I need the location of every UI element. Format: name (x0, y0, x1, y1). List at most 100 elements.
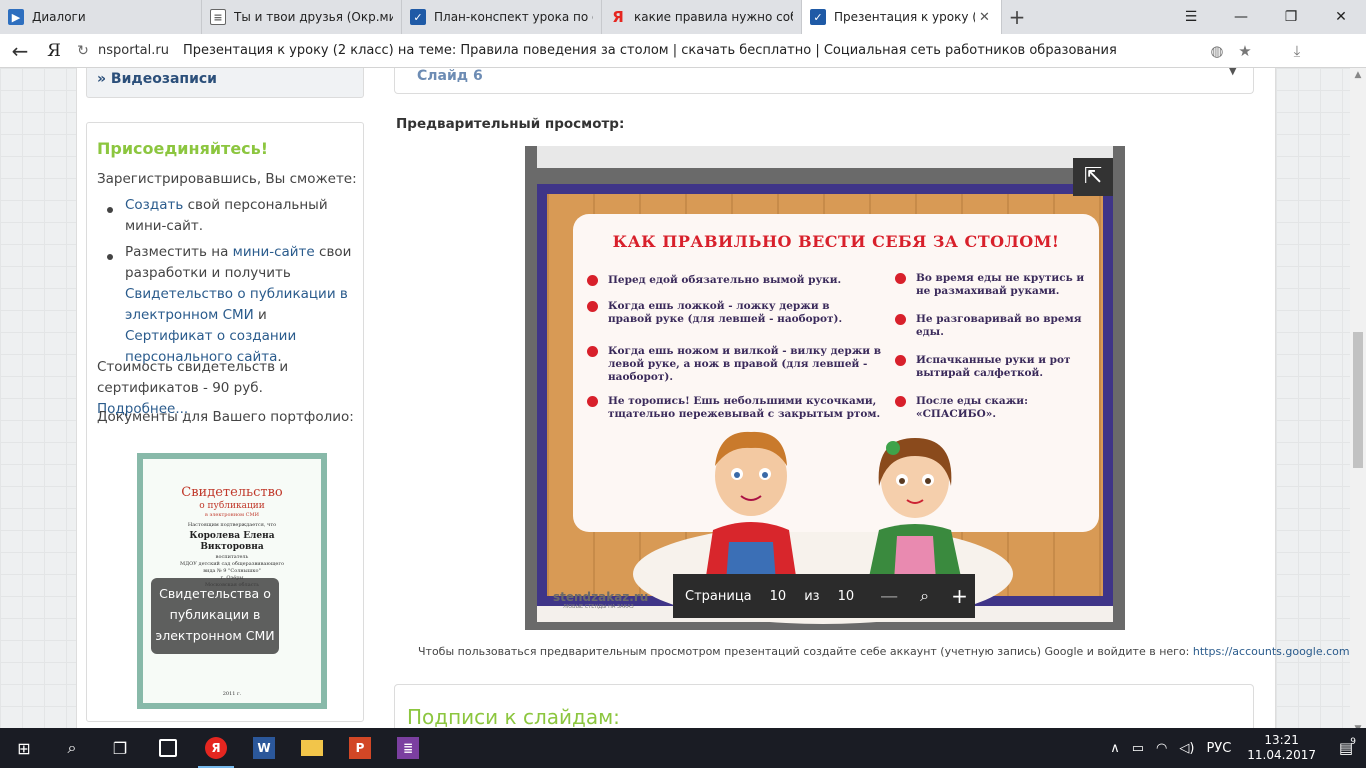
bullet-dot (107, 254, 113, 260)
popout-icon[interactable]: ⇱ (1073, 158, 1113, 196)
tab-label: Диалоги (32, 10, 86, 24)
slide-area: КАК ПРАВИЛЬНО ВЕСТИ СЕБЯ ЗА СТОЛОМ! Пере… (537, 184, 1113, 624)
menu-icon[interactable]: ☰ (1166, 0, 1216, 34)
rule-bullet (895, 355, 906, 366)
reload-icon[interactable]: ↻ (68, 43, 98, 59)
cert-name-2: Викторовна (200, 542, 264, 552)
presentation-viewer: КАК ПРАВИЛЬНО ВЕСТИ СЕБЯ ЗА СТОЛОМ! Пере… (525, 146, 1125, 630)
wifi-icon[interactable]: ◠ (1150, 741, 1173, 756)
url-page-title[interactable]: Презентация к уроку (2 класс) на теме: П… (183, 43, 1203, 58)
rule-bullet (587, 275, 598, 286)
language-indicator[interactable]: РУС (1200, 741, 1237, 756)
system-tray: ∧ ▭ ◠ ◁) РУС 13:21 11.04.2017 ▤ 9 (1104, 728, 1366, 768)
windows-start-icon[interactable]: ⊞ (0, 728, 48, 768)
rule-left-2: Когда ешь ложкой - ложку держи в правой … (608, 300, 843, 325)
zoom-in-icon[interactable]: + (951, 584, 968, 608)
previous-slide-strip (537, 146, 1113, 168)
chevron-down-icon: ▼ (1228, 68, 1237, 77)
docs-text: Документы для Вашего портфолио: (97, 409, 354, 425)
cert-role: воспитатель (215, 554, 249, 560)
rule-bullet (895, 396, 906, 407)
minimize-icon[interactable]: — (1216, 0, 1266, 34)
captions-title: Подписи к слайдам: (407, 705, 620, 729)
archiver-icon[interactable]: ≣ (384, 728, 432, 768)
slide-selector-label: Слайд 6 (417, 68, 483, 84)
check-icon: ✓ (810, 9, 826, 25)
notification-count: 9 (1350, 737, 1356, 747)
yandex-browser-icon[interactable]: Я (192, 728, 240, 768)
restore-icon[interactable]: ❐ (1266, 0, 1316, 34)
page-label: Страница (685, 588, 752, 604)
protect-icon[interactable]: ◍ (1203, 42, 1231, 60)
close-tab-icon[interactable]: ✕ (979, 10, 993, 25)
back-arrow-icon[interactable]: ← (0, 39, 40, 63)
rule-right-2: Не разговаривай во время еды. (916, 313, 1082, 338)
yandex-icon: Я (612, 8, 624, 26)
sidebar-videos-box: » Видеозаписи (86, 68, 364, 98)
page-scrollbar[interactable]: ▲ ▼ (1350, 68, 1366, 736)
notification-center-icon[interactable]: ▤ 9 (1326, 737, 1366, 757)
new-tab-button[interactable]: + (1002, 0, 1032, 34)
taskbar: ⊞ ⌕ ❐ Я W P ≣ ∧ ▭ ◠ ◁) РУС 13:21 11.04.2… (0, 728, 1366, 768)
slide-background: КАК ПРАВИЛЬНО ВЕСТИ СЕБЯ ЗА СТОЛОМ! Пере… (547, 194, 1103, 624)
rule-bullet (895, 273, 906, 284)
magnifier-icon[interactable]: ⌕ (920, 586, 929, 606)
rule-left-4: Не торопись! Ешь небольшими кусочками, т… (608, 395, 881, 420)
cert-org-1: МДОУ детский сад общеразвивающего (180, 561, 284, 567)
tab-label: План-конспект урока по ок (434, 10, 593, 24)
close-window-icon[interactable]: ✕ (1316, 0, 1366, 34)
watermark-subtext: ЛЮБЫЕ СТЕНДЫ НА ЗАКАЗ (563, 604, 634, 610)
sidebar-videos-link[interactable]: » Видеозаписи (97, 71, 217, 87)
clock-date: 11.04.2017 (1247, 748, 1316, 762)
scrollbar-thumb[interactable] (1353, 332, 1363, 468)
bookmark-star-icon[interactable]: ★ (1231, 42, 1259, 60)
girl-illustration (865, 438, 965, 596)
rule-right-1: Во время еды не крутись и не размахивай … (916, 272, 1085, 297)
rule-bullet (587, 346, 598, 357)
page-current-input[interactable]: 10 (770, 589, 787, 604)
tab-label: Ты и твои друзья (Окр.мир (234, 10, 393, 24)
word-icon[interactable]: W (240, 728, 288, 768)
join-intro: Зарегистрировавшись, Вы сможете: (97, 171, 357, 187)
tab-lesson-plan[interactable]: ✓ План-конспект урока по ок (402, 0, 602, 34)
document-icon: ≡ (210, 9, 226, 25)
certificate-publication-link[interactable]: Свидетельство о публикации в электронном… (125, 286, 348, 323)
videos-label: Видеозаписи (110, 71, 217, 87)
slide-selector[interactable]: Слайд 6 ▼ (394, 68, 1254, 94)
create-link[interactable]: Создать (125, 197, 183, 213)
google-note-text: Чтобы пользоваться предварительным просм… (418, 645, 1193, 658)
mini-site-link[interactable]: мини-сайте (233, 244, 315, 260)
zoom-out-icon[interactable]: — (880, 586, 898, 607)
rule-bullet (895, 314, 906, 325)
tray-overflow-icon[interactable]: ∧ (1104, 741, 1126, 756)
slide-text-panel: КАК ПРАВИЛЬНО ВЕСТИ СЕБЯ ЗА СТОЛОМ! Пере… (573, 214, 1099, 532)
file-explorer-icon[interactable] (288, 728, 336, 768)
boy-illustration (703, 431, 799, 596)
video-icon: ▶ (8, 9, 24, 25)
scroll-up-icon[interactable]: ▲ (1350, 70, 1366, 80)
powerpoint-icon[interactable]: P (336, 728, 384, 768)
tab-dialogs[interactable]: ▶ Диалоги (0, 0, 202, 34)
yandex-logo-icon[interactable]: Я (40, 41, 68, 61)
tab-yandex-search[interactable]: Я какие правила нужно собл (602, 0, 802, 34)
clock[interactable]: 13:21 11.04.2017 (1237, 733, 1326, 763)
certificate-caption-overlay[interactable]: Свидетельства о публикации в электронном… (151, 578, 279, 654)
rule-left-1: Перед едой обязательно вымой руки. (608, 274, 842, 286)
download-icon[interactable]: ⤓ (1283, 42, 1311, 60)
store-icon[interactable] (144, 728, 192, 768)
tab-presentation[interactable]: ✓ Презентация к уроку (2 кл ✕ (802, 0, 1002, 34)
cost-label: Стоимость свидетельств и сертификатов - … (97, 359, 289, 396)
rule-bullet (587, 396, 598, 407)
address-bar: ← Я ↻ nsportal.ru Презентация к уроку (2… (0, 34, 1366, 68)
volume-icon[interactable]: ◁) (1173, 741, 1200, 756)
check-icon: ✓ (410, 9, 426, 25)
task-view-icon[interactable]: ❐ (96, 728, 144, 768)
search-icon[interactable]: ⌕ (48, 728, 96, 768)
tab-friends[interactable]: ≡ Ты и твои друзья (Окр.мир (202, 0, 402, 34)
rule-bullet (587, 301, 598, 312)
rule-right-4: После еды скажи: «СПАСИБО». (916, 395, 1028, 420)
google-accounts-link[interactable]: https://accounts.google.com (1193, 645, 1350, 658)
tray-app-icon[interactable]: ▭ (1126, 741, 1150, 756)
url-domain[interactable]: nsportal.ru (98, 43, 169, 58)
google-account-note: Чтобы пользоваться предварительным просм… (418, 645, 1350, 658)
